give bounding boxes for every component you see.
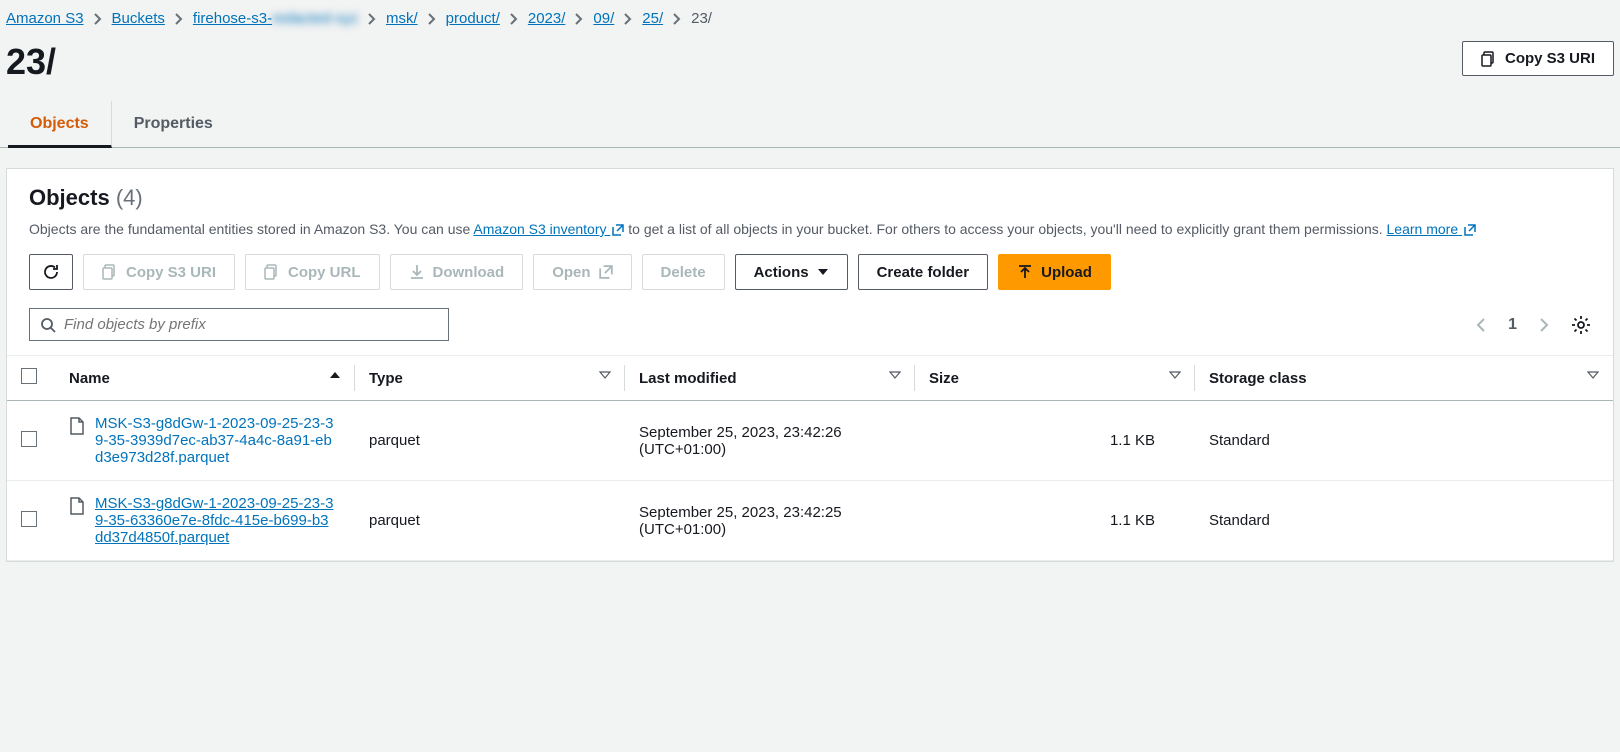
external-link-icon bbox=[1464, 224, 1476, 236]
copy-url-button[interactable]: Copy URL bbox=[245, 254, 380, 290]
chevron-right-icon bbox=[428, 13, 436, 25]
row-checkbox[interactable] bbox=[21, 431, 37, 447]
col-storage-class[interactable]: Storage class bbox=[1195, 356, 1613, 401]
chevron-right-icon bbox=[175, 13, 183, 25]
download-button[interactable]: Download bbox=[390, 254, 524, 290]
delete-button[interactable]: Delete bbox=[642, 254, 725, 290]
object-size: 1.1 KB bbox=[915, 481, 1195, 561]
select-all-checkbox[interactable] bbox=[21, 368, 37, 384]
copy-s3-uri-label: Copy S3 URI bbox=[126, 264, 216, 281]
create-folder-button[interactable]: Create folder bbox=[858, 254, 989, 290]
page-number: 1 bbox=[1508, 316, 1517, 334]
download-label: Download bbox=[433, 264, 505, 281]
upload-label: Upload bbox=[1041, 264, 1092, 281]
panel-description: Objects are the fundamental entities sto… bbox=[29, 219, 1591, 240]
breadcrumb-bucket[interactable]: firehose-s3-redacted-xyz bbox=[193, 10, 358, 27]
chevron-right-icon bbox=[368, 13, 376, 25]
breadcrumb-msk[interactable]: msk/ bbox=[386, 10, 418, 27]
actions-button[interactable]: Actions bbox=[735, 254, 848, 290]
sort-icon bbox=[1169, 370, 1181, 380]
chevron-right-icon bbox=[510, 13, 518, 25]
sort-icon bbox=[1587, 370, 1599, 380]
file-icon bbox=[69, 417, 85, 435]
create-folder-label: Create folder bbox=[877, 264, 970, 281]
col-type[interactable]: Type bbox=[355, 356, 625, 401]
sort-icon bbox=[889, 370, 901, 380]
external-link-icon bbox=[599, 265, 613, 279]
prev-page-button[interactable] bbox=[1476, 317, 1486, 333]
open-label: Open bbox=[552, 264, 590, 281]
copy-url-label: Copy URL bbox=[288, 264, 361, 281]
tab-properties[interactable]: Properties bbox=[112, 101, 235, 147]
delete-label: Delete bbox=[661, 264, 706, 281]
table-row: MSK-S3-g8dGw-1-2023-09-25-23-39-35-3939d… bbox=[7, 401, 1613, 481]
object-storage-class: Standard bbox=[1195, 401, 1613, 481]
object-type: parquet bbox=[355, 481, 625, 561]
chevron-right-icon bbox=[624, 13, 632, 25]
objects-table: Name Type Last modified Size bbox=[7, 355, 1613, 561]
object-name-link[interactable]: MSK-S3-g8dGw-1-2023-09-25-23-39-35-63360… bbox=[95, 495, 335, 546]
breadcrumb-2023[interactable]: 2023/ bbox=[528, 10, 566, 27]
object-size: 1.1 KB bbox=[915, 401, 1195, 481]
open-button[interactable]: Open bbox=[533, 254, 631, 290]
object-name-link[interactable]: MSK-S3-g8dGw-1-2023-09-25-23-39-35-3939d… bbox=[95, 415, 335, 466]
upload-button[interactable]: Upload bbox=[998, 254, 1111, 290]
file-icon bbox=[69, 497, 85, 515]
breadcrumb-25[interactable]: 25/ bbox=[642, 10, 663, 27]
sort-icon bbox=[599, 370, 611, 380]
refresh-icon bbox=[42, 263, 60, 281]
breadcrumb-current: 23/ bbox=[691, 10, 712, 27]
object-last-modified: September 25, 2023, 23:42:25 (UTC+01:00) bbox=[625, 481, 915, 561]
search-box[interactable] bbox=[29, 308, 449, 341]
upload-icon bbox=[1017, 264, 1033, 280]
download-icon bbox=[409, 264, 425, 280]
copy-icon bbox=[1481, 51, 1497, 67]
breadcrumb-buckets[interactable]: Buckets bbox=[112, 10, 165, 27]
copy-s3-uri-button[interactable]: Copy S3 URI bbox=[1462, 41, 1614, 76]
learn-more-link[interactable]: Learn more bbox=[1387, 221, 1476, 237]
col-last-modified[interactable]: Last modified bbox=[625, 356, 915, 401]
next-page-button[interactable] bbox=[1539, 317, 1549, 333]
breadcrumb-09[interactable]: 09/ bbox=[593, 10, 614, 27]
chevron-right-icon bbox=[94, 13, 102, 25]
search-input[interactable] bbox=[64, 316, 438, 333]
actions-label: Actions bbox=[754, 264, 809, 281]
object-last-modified: September 25, 2023, 23:42:26 (UTC+01:00) bbox=[625, 401, 915, 481]
table-row: MSK-S3-g8dGw-1-2023-09-25-23-39-35-63360… bbox=[7, 481, 1613, 561]
copy-s3-uri-label: Copy S3 URI bbox=[1505, 50, 1595, 67]
sort-asc-icon bbox=[329, 370, 341, 380]
inventory-link[interactable]: Amazon S3 inventory bbox=[473, 221, 624, 237]
copy-icon bbox=[264, 264, 280, 280]
tabs: Objects Properties bbox=[0, 101, 1620, 148]
external-link-icon bbox=[612, 224, 624, 236]
chevron-right-icon bbox=[575, 13, 583, 25]
breadcrumb-product[interactable]: product/ bbox=[446, 10, 500, 27]
breadcrumb-amazon-s3[interactable]: Amazon S3 bbox=[6, 10, 84, 27]
refresh-button[interactable] bbox=[29, 254, 73, 290]
object-type: parquet bbox=[355, 401, 625, 481]
pagination: 1 bbox=[1476, 315, 1591, 335]
copy-s3-uri-button[interactable]: Copy S3 URI bbox=[83, 254, 235, 290]
panel-title: Objects (4) bbox=[29, 185, 143, 210]
col-size[interactable]: Size bbox=[915, 356, 1195, 401]
object-count: (4) bbox=[116, 185, 143, 210]
search-icon bbox=[40, 317, 56, 333]
tab-objects[interactable]: Objects bbox=[8, 101, 112, 148]
col-name[interactable]: Name bbox=[55, 356, 355, 401]
objects-panel: Objects (4) Objects are the fundamental … bbox=[6, 168, 1614, 562]
breadcrumb: Amazon S3 Buckets firehose-s3-redacted-x… bbox=[0, 0, 1620, 37]
object-storage-class: Standard bbox=[1195, 481, 1613, 561]
row-checkbox[interactable] bbox=[21, 511, 37, 527]
copy-icon bbox=[102, 264, 118, 280]
settings-button[interactable] bbox=[1571, 315, 1591, 335]
toolbar: Copy S3 URI Copy URL Download Open Delet… bbox=[29, 254, 1591, 290]
caret-down-icon bbox=[817, 267, 829, 277]
page-title: 23/ bbox=[6, 41, 56, 83]
chevron-right-icon bbox=[673, 13, 681, 25]
